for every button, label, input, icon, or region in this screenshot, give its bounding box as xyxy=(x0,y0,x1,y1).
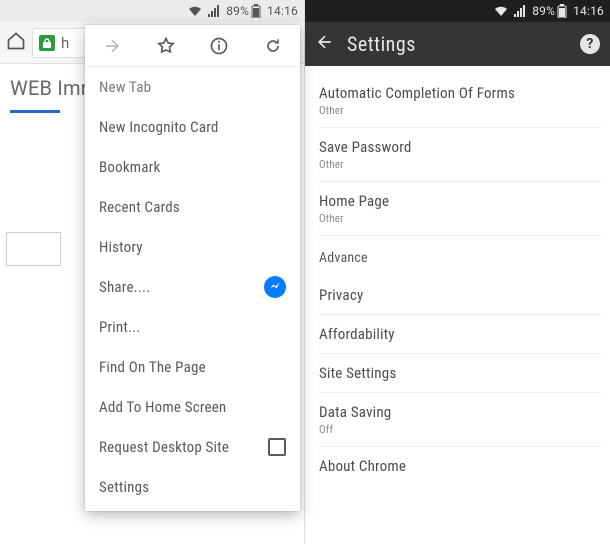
menu-subtitle: New Tab xyxy=(85,67,300,107)
setting-label: About Chrome xyxy=(319,457,610,475)
setting-home-page[interactable]: Home Page Other xyxy=(319,182,610,235)
setting-privacy[interactable]: Privacy xyxy=(319,276,610,314)
setting-label: Save Password xyxy=(319,138,610,156)
menu-item-label: New Incognito Card xyxy=(99,118,219,136)
setting-sub: Other xyxy=(319,158,610,171)
url-text: h xyxy=(61,34,69,52)
setting-label: Site Settings xyxy=(319,364,610,382)
menu-item-recent-cards[interactable]: Recent Cards xyxy=(85,187,300,227)
setting-label: Affordability xyxy=(319,325,610,343)
wifi-icon xyxy=(188,5,202,17)
messenger-icon xyxy=(264,276,286,298)
status-bar-right: 89% 14:16 xyxy=(305,0,610,22)
battery-icon xyxy=(557,4,567,18)
setting-save-password[interactable]: Save Password Other xyxy=(319,128,610,181)
menu-item-label: Share.... xyxy=(99,278,150,296)
setting-label: Home Page xyxy=(319,192,610,210)
menu-item-bookmark[interactable]: Bookmark xyxy=(85,147,300,187)
battery-status: 89% xyxy=(532,4,567,18)
refresh-icon[interactable] xyxy=(262,35,284,57)
setting-label: Automatic Completion Of Forms xyxy=(319,84,610,102)
settings-header: Settings ? xyxy=(305,22,610,66)
battery-percent: 89% xyxy=(532,4,555,18)
help-icon[interactable]: ? xyxy=(580,34,600,54)
wifi-icon xyxy=(494,5,508,17)
settings-body: Automatic Completion Of Forms Other Save… xyxy=(305,66,610,485)
clock-time: 14:16 xyxy=(267,4,298,18)
signal-icon xyxy=(208,5,220,17)
page-title: Settings xyxy=(347,32,568,56)
menu-item-add-home-screen[interactable]: Add To Home Screen xyxy=(85,387,300,427)
menu-item-label: Recent Cards xyxy=(99,198,180,216)
setting-autofill[interactable]: Automatic Completion Of Forms Other xyxy=(319,74,610,127)
menu-item-label: Request Desktop Site xyxy=(99,438,229,456)
clock-time: 14:16 xyxy=(573,4,604,18)
menu-item-print[interactable]: Print... xyxy=(85,307,300,347)
menu-item-label: Print... xyxy=(99,318,141,336)
setting-site-settings[interactable]: Site Settings xyxy=(319,354,610,392)
setting-about-chrome[interactable]: About Chrome xyxy=(319,447,610,485)
menu-top-actions xyxy=(85,25,300,67)
menu-item-share[interactable]: Share.... xyxy=(85,267,300,307)
setting-sub: Off xyxy=(319,423,610,436)
setting-affordability[interactable]: Affordability xyxy=(319,315,610,353)
battery-percent: 89% xyxy=(226,4,249,18)
star-icon[interactable] xyxy=(155,35,177,57)
setting-sub: Other xyxy=(319,104,610,117)
right-pane: 89% 14:16 Settings ? Automatic Completio… xyxy=(305,0,610,544)
setting-sub: Other xyxy=(319,212,610,225)
battery-status: 89% xyxy=(226,4,261,18)
menu-item-label: History xyxy=(99,238,143,256)
menu-item-history[interactable]: History xyxy=(85,227,300,267)
setting-label: Privacy xyxy=(319,286,610,304)
lock-icon xyxy=(39,35,55,51)
signal-icon xyxy=(514,5,526,17)
status-bar-left: 89% 14:16 xyxy=(0,0,304,22)
menu-item-new-incognito[interactable]: New Incognito Card xyxy=(85,107,300,147)
menu-item-settings[interactable]: Settings xyxy=(85,467,300,507)
left-pane: 89% 14:16 h WEB Imm xyxy=(0,0,305,544)
checkbox-icon[interactable] xyxy=(268,438,286,456)
info-icon[interactable] xyxy=(208,35,230,57)
page-search-input[interactable] xyxy=(6,232,61,266)
menu-item-label: Settings xyxy=(99,478,149,496)
menu-item-find-on-page[interactable]: Find On The Page xyxy=(85,347,300,387)
active-tab-indicator xyxy=(10,110,60,113)
section-advance: Advance xyxy=(319,236,610,276)
overflow-menu: New Tab New Incognito Card Bookmark Rece… xyxy=(85,25,300,511)
setting-data-saving[interactable]: Data Saving Off xyxy=(319,393,610,446)
menu-item-label: Find On The Page xyxy=(99,358,206,376)
battery-icon xyxy=(251,4,261,18)
home-icon[interactable] xyxy=(6,31,26,55)
menu-item-label: Bookmark xyxy=(99,158,160,176)
forward-icon[interactable] xyxy=(101,35,123,57)
back-icon[interactable] xyxy=(315,32,335,56)
menu-item-label: Add To Home Screen xyxy=(99,398,226,416)
menu-item-request-desktop[interactable]: Request Desktop Site xyxy=(85,427,300,467)
setting-label: Data Saving xyxy=(319,403,610,421)
